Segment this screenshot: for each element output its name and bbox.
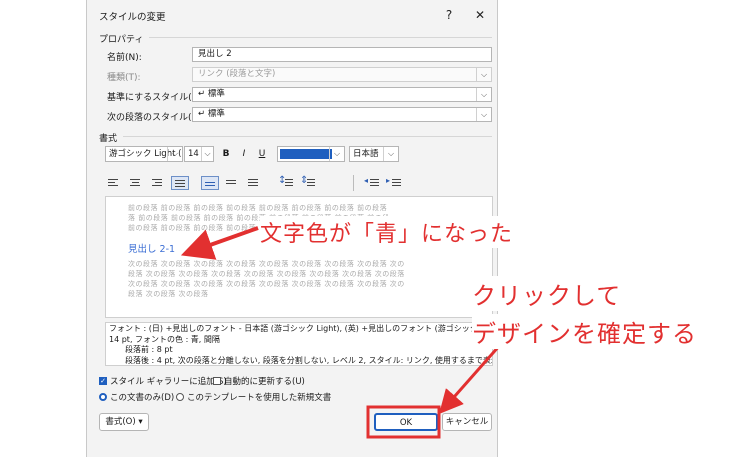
color-annotation: 文字色が「青」になった (260, 216, 514, 248)
click-annotation-line1: クリックして (472, 276, 622, 311)
arrow-to-heading (180, 226, 259, 260)
ok-highlight-box (366, 405, 441, 439)
click-annotation-line2: デザインを確定する (472, 314, 697, 349)
arrow-to-ok (439, 344, 502, 414)
